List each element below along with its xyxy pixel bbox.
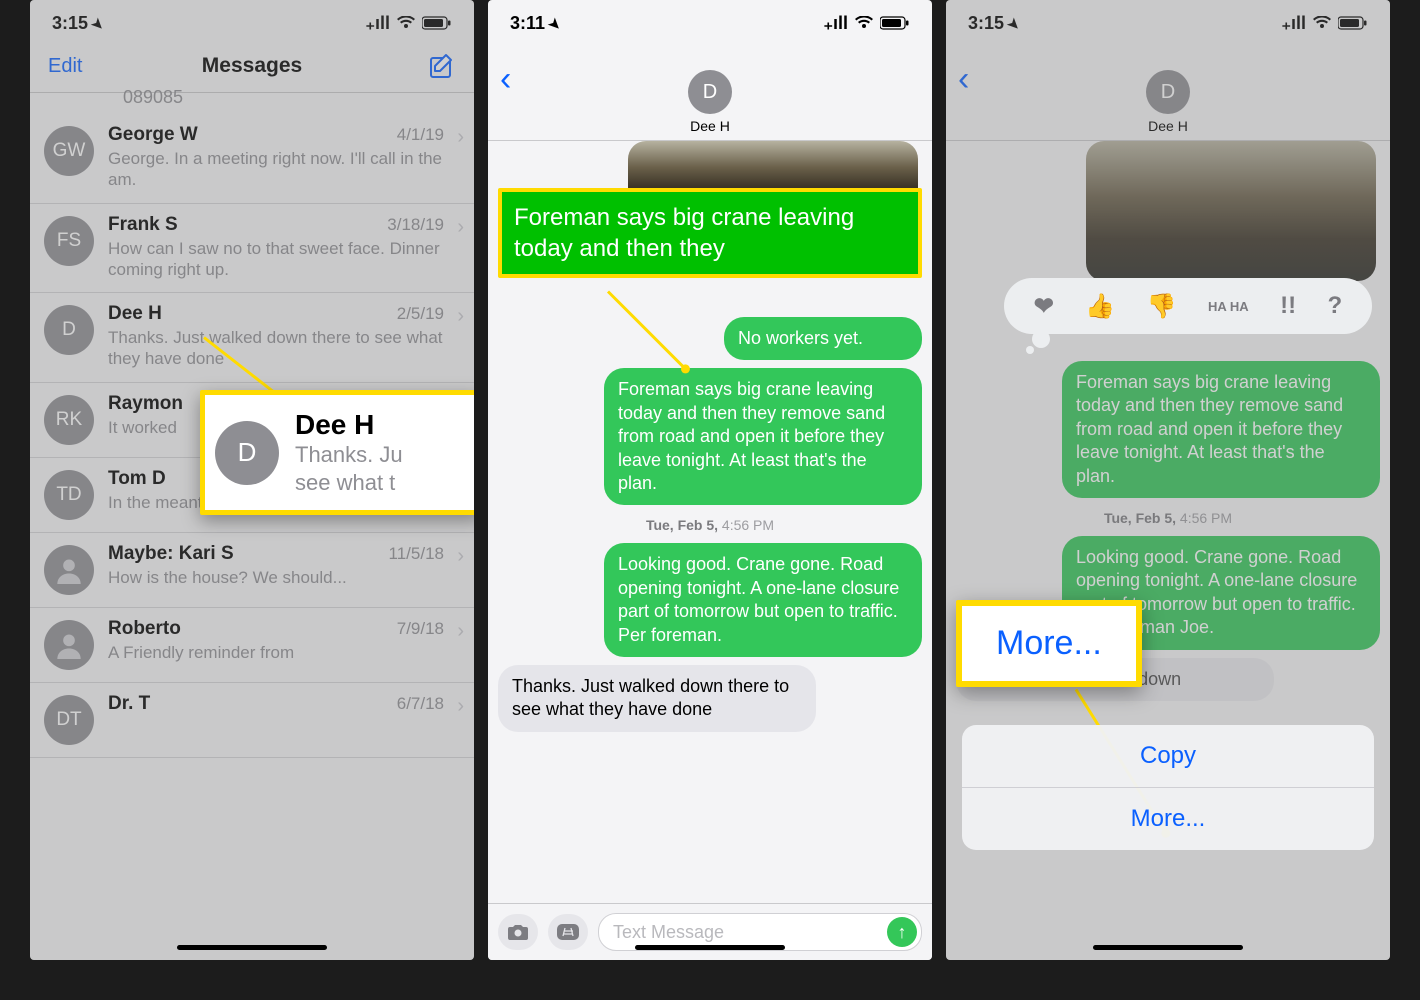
chat-header: ‹ D Dee H (488, 40, 932, 141)
avatar: GW (44, 126, 94, 176)
camera-button[interactable] (498, 914, 538, 950)
tapback-bar: ❤ 👍 👎 HA HA !! ? (1004, 278, 1372, 334)
menu-copy[interactable]: Copy (962, 725, 1374, 788)
battery-icon (422, 16, 452, 30)
avatar[interactable]: D (688, 70, 732, 114)
nav-bar: Edit Messages (30, 40, 474, 93)
tapback-heart[interactable]: ❤ (1034, 292, 1054, 321)
status-bar: 3:15➤ ₊ıll (30, 0, 474, 40)
tapback-exclaim[interactable]: !! (1280, 292, 1296, 320)
callout-dee-h: D Dee H Thanks. Ju see what t (200, 390, 474, 515)
message-sent[interactable]: No workers yet. (724, 317, 922, 360)
avatar: DT (44, 695, 94, 745)
send-button[interactable]: ↑ (887, 917, 917, 947)
tapback-haha[interactable]: HA HA (1208, 300, 1249, 313)
menu-more[interactable]: More... (962, 788, 1374, 850)
chevron-right-icon: › (457, 216, 464, 239)
chevron-right-icon: › (457, 620, 464, 643)
timestamp: Tue, Feb 5, 4:56 PM (498, 517, 922, 533)
avatar[interactable]: D (1146, 70, 1190, 114)
battery-icon (880, 16, 910, 30)
chevron-right-icon: › (457, 126, 464, 149)
home-indicator[interactable] (635, 945, 785, 950)
cell-signal-icon: ₊ıll (1281, 13, 1306, 34)
location-icon: ➤ (1004, 14, 1024, 34)
avatar: D (215, 421, 279, 485)
partial-row-text: 089085 (30, 87, 474, 108)
home-indicator[interactable] (1093, 945, 1243, 950)
message-received[interactable]: Thanks. Just walked down there to see wh… (498, 665, 816, 732)
avatar: FS (44, 216, 94, 266)
contact-name[interactable]: Dee H (690, 118, 730, 134)
list-item[interactable]: D Dee H2/5/19Thanks. Just walked down th… (30, 293, 474, 383)
screen-conversation: 3:11➤ ₊ıll ‹ D Dee H No workers yet. For… (488, 0, 932, 960)
chat-header: ‹ D Dee H (946, 40, 1390, 141)
status-bar: 3:15➤ ₊ıll (946, 0, 1390, 40)
status-time: 3:15 (52, 13, 88, 33)
tapback-question[interactable]: ? (1328, 292, 1343, 320)
location-icon: ➤ (88, 14, 108, 34)
back-button[interactable]: ‹ (958, 60, 969, 99)
list-item[interactable]: GW George W4/1/19George. In a meeting ri… (30, 114, 474, 204)
highlight-banner: Foreman says big crane leaving today and… (498, 188, 922, 278)
avatar: RK (44, 395, 94, 445)
message-sent[interactable]: Foreman says big crane leaving today and… (1062, 361, 1380, 498)
home-indicator[interactable] (177, 945, 327, 950)
placeholder: Text Message (613, 922, 724, 943)
message-input-bar: Text Message ↑ (488, 903, 932, 960)
page-title: Messages (30, 54, 474, 78)
wifi-icon (396, 16, 416, 30)
tapback-thumbs-up[interactable]: 👍 (1085, 292, 1115, 321)
chevron-right-icon: › (457, 695, 464, 718)
list-item[interactable]: Maybe: Kari S11/5/18How is the house? We… (30, 533, 474, 608)
wifi-icon (854, 16, 874, 30)
wifi-icon (1312, 16, 1332, 30)
cell-signal-icon: ₊ıll (823, 13, 848, 34)
location-icon: ➤ (545, 14, 565, 34)
edit-button[interactable]: Edit (48, 55, 82, 78)
list-item[interactable]: Roberto7/9/18A Friendly reminder from › (30, 608, 474, 683)
battery-icon (1338, 16, 1368, 30)
message-sent[interactable]: Looking good. Crane gone. Road opening t… (604, 543, 922, 657)
action-sheet: Copy More... (962, 725, 1374, 850)
message-sent[interactable]: Foreman says big crane leaving today and… (604, 368, 922, 505)
list-item[interactable]: FS Frank S3/18/19How can I saw no to tha… (30, 204, 474, 294)
back-button[interactable]: ‹ (500, 60, 511, 99)
apps-button[interactable] (548, 914, 588, 950)
message-photo[interactable] (1086, 141, 1376, 281)
chevron-right-icon: › (457, 305, 464, 328)
chevron-right-icon: › (457, 545, 464, 568)
avatar (44, 545, 94, 595)
status-time: 3:11 (510, 13, 545, 33)
tapback-thumbs-down[interactable]: 👎 (1147, 292, 1177, 321)
contact-name[interactable]: Dee H (1148, 118, 1188, 134)
status-bar: 3:11➤ ₊ıll (488, 0, 932, 40)
avatar: D (44, 305, 94, 355)
screen-messages-list: 3:15➤ ₊ıll Edit Messages 089085 GW (30, 0, 474, 960)
avatar (44, 620, 94, 670)
list-item[interactable]: DT Dr. T6/7/18 › (30, 683, 474, 758)
callout-more: More... (956, 600, 1142, 687)
timestamp: Tue, Feb 5, 4:56 PM (956, 510, 1380, 526)
tapback-tail (1032, 330, 1050, 348)
avatar: TD (44, 470, 94, 520)
screen-context-menu: 3:15➤ ₊ıll ‹ D Dee H Foreman says big cr… (946, 0, 1390, 960)
status-time: 3:15 (968, 13, 1004, 33)
tapback-tail (1026, 346, 1034, 354)
cell-signal-icon: ₊ıll (365, 13, 390, 34)
compose-button[interactable] (428, 52, 456, 80)
